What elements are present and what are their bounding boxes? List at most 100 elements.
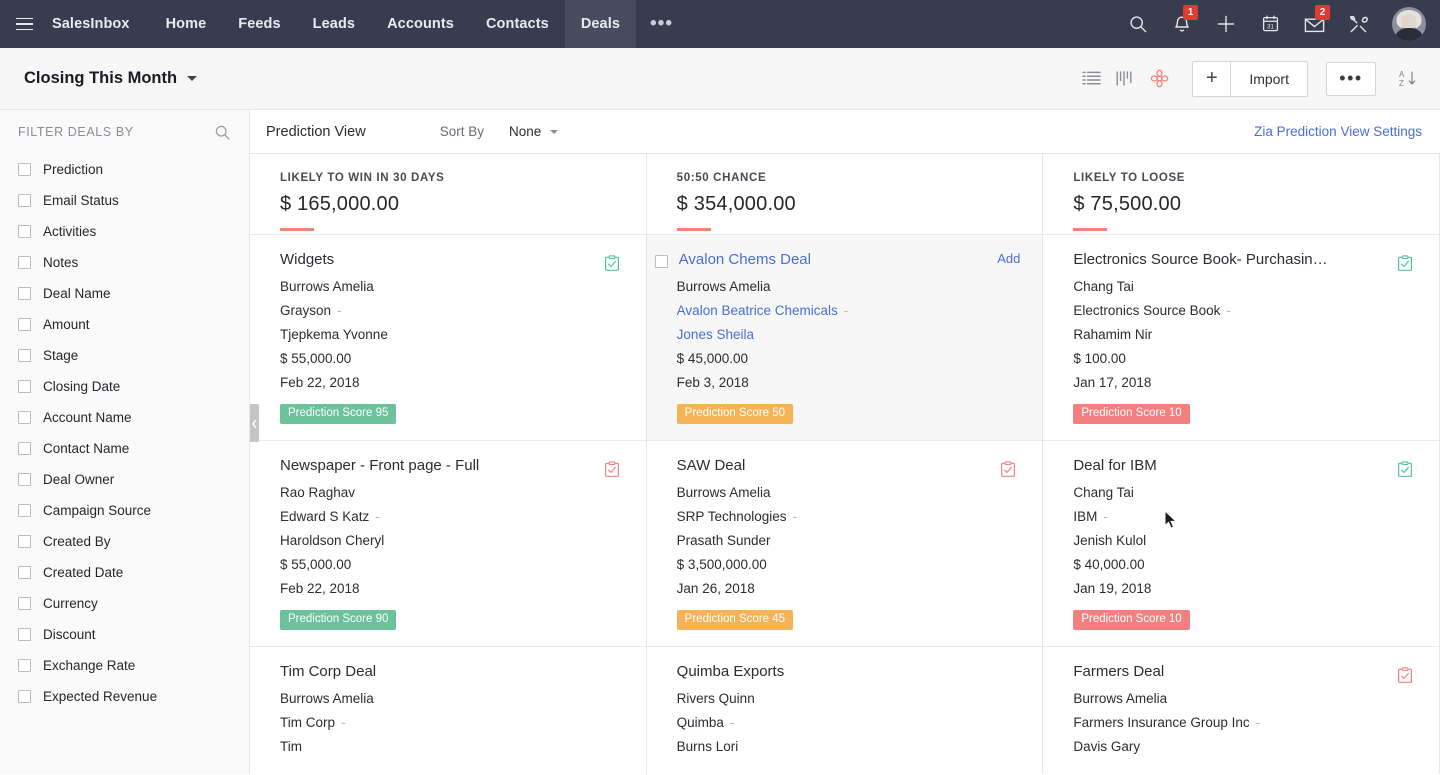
zia-flower-icon[interactable]	[1142, 62, 1176, 96]
nav-tab-leads[interactable]: Leads	[297, 0, 371, 48]
closing-date-text: Jan 26, 2018	[676, 580, 755, 596]
nav-tab-deals[interactable]: Deals	[564, 0, 637, 48]
deal-card[interactable]: Widgets Burrows Amelia Grayson - Tjepkema Yv…	[250, 234, 646, 440]
notifications-badge: 1	[1183, 5, 1198, 20]
filter-item-amount[interactable]: Amount	[0, 309, 249, 340]
task-clipboard-icon[interactable]	[1397, 461, 1413, 478]
deal-name[interactable]: Newspaper - Front page - Full	[280, 457, 479, 476]
filter-checkbox[interactable]	[18, 628, 31, 641]
deal-name[interactable]: Widgets	[280, 251, 334, 270]
nav-more-tabs-button[interactable]: •••	[636, 0, 687, 48]
filter-item-closing-date[interactable]: Closing Date	[0, 371, 249, 402]
deal-card[interactable]: Electronics Source Book- Purchasin… Chang…	[1043, 234, 1440, 440]
deal-card[interactable]: Newspaper - Front page - Full Rao Raghav E…	[250, 439, 646, 646]
filter-checkbox[interactable]	[18, 225, 31, 238]
filter-checkbox[interactable]	[18, 442, 31, 455]
filter-checkbox[interactable]	[18, 411, 31, 424]
add-activity-link[interactable]: Add	[985, 251, 1020, 266]
user-avatar[interactable]	[1392, 7, 1426, 41]
filter-item-label: Expected Revenue	[43, 689, 158, 704]
task-clipboard-icon[interactable]	[1397, 667, 1413, 684]
nav-tab-salesinbox[interactable]: SalesInbox	[48, 0, 150, 48]
deal-name[interactable]: Deal for IBM	[1073, 457, 1156, 476]
deal-name[interactable]: SAW Deal	[677, 457, 746, 476]
deal-name[interactable]: Farmers Deal	[1073, 663, 1164, 682]
contact-name: Tjepkema Yvonne	[280, 327, 624, 342]
filter-item-account-name[interactable]: Account Name	[0, 402, 249, 433]
deal-name[interactable]: Electronics Source Book- Purchasin…	[1073, 251, 1327, 270]
deal-card[interactable]: Tim Corp Deal Burrows Amelia Tim Corp - Tim	[250, 645, 646, 770]
filter-item-email-status[interactable]: Email Status	[0, 185, 249, 216]
filter-item-deal-owner[interactable]: Deal Owner	[0, 464, 249, 495]
filter-item-prediction[interactable]: Prediction	[0, 154, 249, 185]
calendar-icon[interactable]: 31	[1250, 0, 1290, 48]
account-name: Grayson -	[280, 303, 624, 318]
deal-owner: Burrows Amelia	[280, 279, 624, 294]
contact-name[interactable]: Jones Sheila	[677, 327, 1021, 342]
import-button[interactable]: Import	[1231, 61, 1307, 96]
sort-az-descending-icon[interactable]: A Z	[1390, 62, 1424, 96]
nav-tab-contacts[interactable]: Contacts	[470, 0, 565, 48]
filter-checkbox[interactable]	[18, 659, 31, 672]
account-name[interactable]: Avalon Beatrice Chemicals -	[677, 303, 1021, 318]
filter-checkbox[interactable]	[18, 380, 31, 393]
kanban-view-icon[interactable]	[1108, 62, 1142, 96]
filter-checkbox[interactable]	[18, 318, 31, 331]
filter-item-expected-revenue[interactable]: Expected Revenue	[0, 681, 249, 712]
filter-item-activities[interactable]: Activities	[0, 216, 249, 247]
deal-card[interactable]: Deal for IBM Chang Tai IBM - Jenish Kulol $ 4…	[1043, 439, 1440, 646]
filter-item-currency[interactable]: Currency	[0, 588, 249, 619]
deal-select-checkbox[interactable]	[654, 255, 668, 268]
deal-name[interactable]: Tim Corp Deal	[280, 663, 376, 682]
sidebar-collapse-handle[interactable]: ❮	[250, 404, 259, 442]
filter-checkbox[interactable]	[18, 163, 31, 176]
deal-card[interactable]: Quimba Exports Rivers Quinn Quimba - Burns L…	[646, 645, 1043, 770]
view-selector[interactable]: Closing This Month	[24, 69, 198, 88]
list-view-icon[interactable]	[1074, 62, 1108, 96]
filter-checkbox[interactable]	[18, 194, 31, 207]
deal-card[interactable]: Avalon Chems Deal Add Burrows Amelia Avalon…	[646, 234, 1043, 440]
filter-checkbox[interactable]	[18, 597, 31, 610]
task-clipboard-icon[interactable]	[604, 255, 620, 272]
filter-item-deal-name[interactable]: Deal Name	[0, 278, 249, 309]
filter-item-created-date[interactable]: Created Date	[0, 557, 249, 588]
add-deal-button[interactable]: +	[1193, 61, 1232, 96]
setup-tools-icon[interactable]	[1338, 0, 1378, 48]
task-clipboard-icon[interactable]	[1397, 255, 1413, 272]
filter-item-notes[interactable]: Notes	[0, 247, 249, 278]
filter-checkbox[interactable]	[18, 349, 31, 362]
deal-name[interactable]: Quimba Exports	[677, 663, 785, 682]
more-actions-button[interactable]: •••	[1326, 61, 1376, 96]
filter-item-discount[interactable]: Discount	[0, 619, 249, 650]
task-clipboard-icon[interactable]	[604, 461, 620, 478]
deal-card[interactable]: Farmers Deal Burrows Amelia Farmers Insura…	[1043, 645, 1440, 770]
filter-checkbox[interactable]	[18, 256, 31, 269]
filter-checkbox[interactable]	[18, 473, 31, 486]
nav-tab-accounts[interactable]: Accounts	[371, 0, 470, 48]
filter-item-created-by[interactable]: Created By	[0, 526, 249, 557]
filter-checkbox[interactable]	[18, 690, 31, 703]
filter-item-stage[interactable]: Stage	[0, 340, 249, 371]
deal-card[interactable]: SAW Deal Burrows Amelia SRP Technologies - P…	[646, 439, 1043, 646]
hamburger-menu-icon[interactable]	[0, 0, 48, 48]
deal-name[interactable]: Avalon Chems Deal	[679, 251, 811, 270]
filter-checkbox[interactable]	[18, 535, 31, 548]
filter-item-exchange-rate[interactable]: Exchange Rate	[0, 650, 249, 681]
filter-item-campaign-source[interactable]: Campaign Source	[0, 495, 249, 526]
add-plus-icon[interactable]	[1206, 0, 1246, 48]
filter-checkbox[interactable]	[18, 566, 31, 579]
likely-to-loose-column: LIKELY TO LOOSE $ 75,500.00 Electronics So…	[1043, 154, 1440, 774]
filter-item-contact-name[interactable]: Contact Name	[0, 433, 249, 464]
search-icon[interactable]	[214, 124, 231, 141]
nav-tab-home[interactable]: Home	[150, 0, 223, 48]
notifications-bell-icon[interactable]: 1	[1162, 0, 1202, 48]
mail-envelope-icon[interactable]: 2	[1294, 0, 1334, 48]
nav-tab-feeds[interactable]: Feeds	[222, 0, 296, 48]
filter-checkbox[interactable]	[18, 287, 31, 300]
task-clipboard-icon[interactable]	[1000, 461, 1016, 478]
search-icon[interactable]	[1118, 0, 1158, 48]
filter-checkbox[interactable]	[18, 504, 31, 517]
zia-prediction-view-settings-link[interactable]: Zia Prediction View Settings	[1254, 124, 1422, 139]
account-name: Edward S Katz -	[280, 509, 624, 524]
sort-by-dropdown[interactable]: None	[509, 124, 559, 139]
